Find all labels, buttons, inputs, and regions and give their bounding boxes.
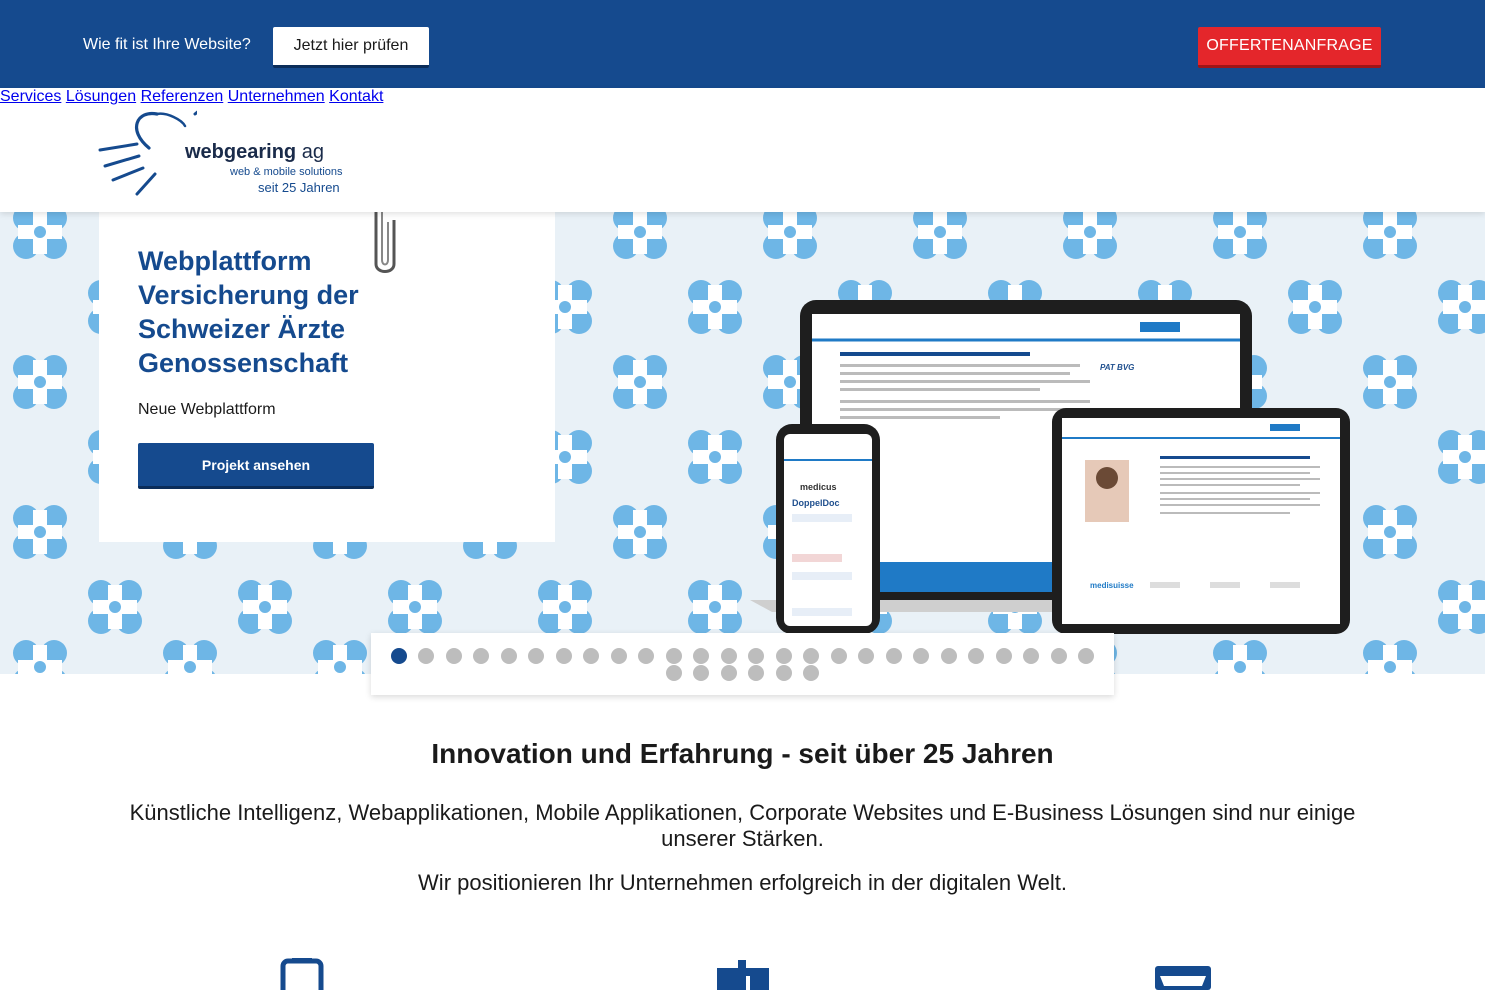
company-logo[interactable]: webgearing ag web & mobile solutions sei… [97, 108, 357, 200]
slider-dot[interactable] [473, 648, 489, 664]
logo-since: seit 25 Jahren [258, 180, 340, 195]
slider-pagination [371, 633, 1114, 695]
slider-dot[interactable] [391, 648, 407, 664]
slider-dot[interactable] [666, 648, 682, 664]
hero-slider: Webplattform Versicherung der Schweizer … [0, 212, 1485, 674]
top-bar: Wie fit ist Ihre Website? Jetzt hier prü… [0, 0, 1485, 88]
nav-references[interactable]: Referenzen [141, 88, 224, 105]
intro-paragraph: Künstliche Intelligenz, Webapplikationen… [129, 800, 1356, 851]
slider-dot[interactable] [748, 665, 764, 681]
slider-dot[interactable] [941, 648, 957, 664]
slider-dot[interactable] [666, 665, 682, 681]
logo-swoosh-icon [98, 110, 197, 196]
slider-dot[interactable] [446, 648, 462, 664]
logo-brand: webgearing [185, 141, 297, 163]
intro-heading: Innovation und Erfahrung - seit über 25 … [431, 738, 1054, 769]
slider-dot[interactable] [528, 648, 544, 664]
slider-dot[interactable] [721, 648, 737, 664]
slider-dot[interactable] [803, 665, 819, 681]
chart-icon [717, 960, 769, 990]
slider-dot[interactable] [803, 648, 819, 664]
slider-dot[interactable] [968, 648, 984, 664]
svg-text:medisuisse: medisuisse [1090, 581, 1134, 590]
hero-title: Webplattform Versicherung der Schweizer … [138, 246, 359, 378]
svg-text:PAT BVG: PAT BVG [1100, 363, 1134, 372]
quote-request-button[interactable]: OFFERTENANFRAGE [1198, 27, 1381, 68]
slider-dot[interactable] [1023, 648, 1039, 664]
site-header: webgearing ag web & mobile solutions sei… [0, 88, 1485, 212]
slider-dot[interactable] [858, 648, 874, 664]
slider-dot[interactable] [831, 648, 847, 664]
logo-brand-suffix: ag [301, 141, 324, 163]
website-fitness-question: Wie fit ist Ihre Website? [83, 36, 251, 53]
slider-dot[interactable] [1051, 648, 1067, 664]
slider-dot[interactable] [913, 648, 929, 664]
slider-dot[interactable] [611, 648, 627, 664]
nav-services[interactable]: Services [0, 88, 61, 105]
nav-contact[interactable]: Kontakt [329, 88, 383, 105]
shop-icon [1155, 966, 1211, 990]
slider-dot[interactable] [583, 648, 599, 664]
slider-dot[interactable] [418, 648, 434, 664]
slider-dot[interactable] [556, 648, 572, 664]
slider-dot[interactable] [501, 648, 517, 664]
check-website-button[interactable]: Jetzt hier prüfen [273, 27, 429, 68]
svg-text:DoppelDoc: DoppelDoc [792, 498, 840, 508]
slider-dot[interactable] [693, 648, 709, 664]
device-mockup-image: PAT BVG medisuisse medicus DoppelDoc [750, 300, 1350, 634]
slider-dot[interactable] [693, 665, 709, 681]
main-nav: Services Lösungen Referenzen Unternehmen… [0, 88, 1485, 106]
view-project-button[interactable]: Projekt ansehen [138, 443, 374, 489]
logo-tagline: web & mobile solutions [230, 166, 343, 178]
hero-subtitle: Neue Webplattform [138, 401, 276, 418]
svg-text:medicus: medicus [800, 482, 837, 492]
slider-dot[interactable] [776, 648, 792, 664]
slider-dot[interactable] [1078, 648, 1094, 664]
mobile-icon [280, 958, 324, 990]
slider-dot[interactable] [748, 648, 764, 664]
intro-paragraph-secondary: Wir positionieren Ihr Unternehmen erfolg… [418, 870, 1067, 895]
slider-dot[interactable] [886, 648, 902, 664]
slider-dot[interactable] [638, 648, 654, 664]
slider-dot[interactable] [996, 648, 1012, 664]
nav-solutions[interactable]: Lösungen [66, 88, 136, 105]
slider-dot[interactable] [721, 665, 737, 681]
nav-company[interactable]: Unternehmen [228, 88, 325, 105]
slider-dot[interactable] [776, 665, 792, 681]
